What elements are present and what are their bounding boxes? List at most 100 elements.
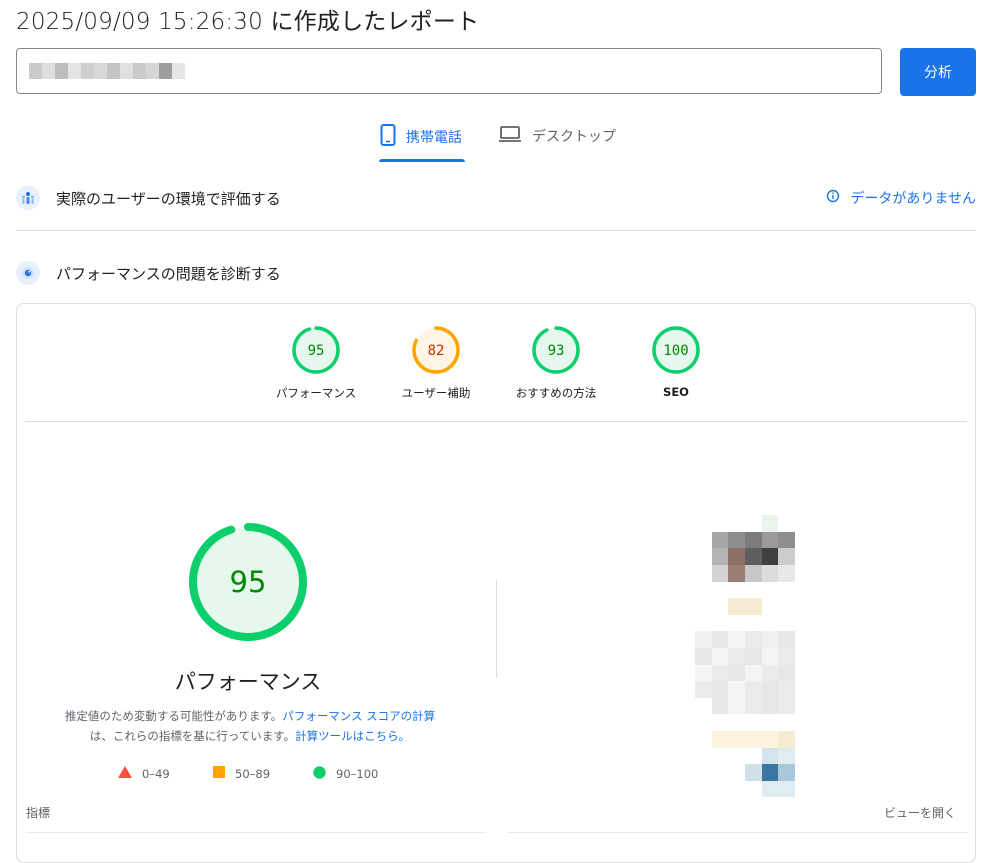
- screenshot-pixel: [811, 664, 828, 682]
- screenshot-pixel: [811, 598, 828, 615]
- screenshot-pixel: [662, 780, 679, 798]
- screenshot-pixel: [794, 681, 812, 698]
- legend-range: 90–100: [336, 767, 379, 781]
- card-divider: [25, 421, 967, 422]
- screenshot-pixel: [678, 681, 696, 698]
- screenshot-pixel: [695, 564, 712, 582]
- lab-data-title: パフォーマンスの問題を診断する: [56, 264, 281, 283]
- screenshot-pixel: [695, 631, 712, 648]
- tab-desktop[interactable]: デスクトップ: [498, 124, 616, 162]
- tab-mobile[interactable]: 携帯電話: [380, 124, 462, 162]
- screenshot-pixel: [711, 631, 729, 648]
- score-label: SEO: [663, 385, 689, 399]
- screenshot-pixel: [728, 664, 745, 682]
- screenshot-pixel: [744, 664, 762, 682]
- screenshot-pixel: [794, 664, 812, 682]
- screenshot-pixel: [662, 664, 679, 682]
- no-data-link[interactable]: データがありません: [826, 188, 976, 208]
- screenshot-pixel: [811, 780, 828, 798]
- screenshot-pixel: [695, 697, 712, 715]
- screenshot-pixel: [728, 564, 745, 582]
- screenshot-pixel: [794, 631, 812, 648]
- screenshot-pixel: [678, 531, 696, 549]
- screenshot-pixel: [778, 664, 795, 682]
- screenshot-pixel: [662, 681, 679, 698]
- screenshot-pixel: [728, 548, 745, 565]
- screenshot-pixel: [744, 714, 762, 731]
- score-gauge-best-practices[interactable]: 93 おすすめの方法: [511, 325, 601, 401]
- screenshot-pixel: [728, 482, 745, 499]
- screenshot-pixel: [761, 764, 779, 781]
- users-icon: [16, 186, 40, 210]
- screenshot-pixel: [678, 697, 696, 715]
- calculator-link[interactable]: 計算ツールはこちら。: [295, 729, 410, 743]
- screenshot-pixel: [778, 581, 795, 599]
- screenshot-pixel: [695, 531, 712, 549]
- screenshot-pixel: [811, 531, 828, 549]
- laptop-icon: [498, 124, 522, 148]
- score-gauge-performance[interactable]: 95 パフォーマンス: [271, 325, 361, 401]
- score-calc-link[interactable]: パフォーマンス スコアの計算: [282, 709, 435, 723]
- screenshot-pixel: [744, 697, 762, 715]
- screenshot-pixel: [695, 515, 712, 532]
- screenshot-pixel: [794, 780, 812, 798]
- screenshot-pixel: [761, 581, 779, 599]
- screenshot-pixel: [761, 614, 779, 632]
- screenshot-pixel: [678, 747, 696, 765]
- diagnose-icon: [16, 261, 40, 285]
- screenshot-pixel: [778, 730, 795, 748]
- screenshot-pixel: [711, 614, 729, 632]
- screenshot-pixel: [728, 598, 745, 615]
- screenshot-pixel: [662, 730, 679, 748]
- screenshot-pixel: [662, 581, 679, 599]
- screenshot-pixel: [695, 764, 712, 781]
- screenshot-pixel: [778, 764, 795, 781]
- screenshot-pixel: [744, 548, 762, 565]
- screenshot-pixel: [728, 614, 745, 632]
- screenshot-pixel: [761, 747, 779, 765]
- screenshot-pixel: [711, 664, 729, 682]
- screenshot-pixel: [728, 681, 745, 698]
- url-input-value-redacted: [29, 63, 185, 79]
- screenshot-pixel: [678, 780, 696, 798]
- screenshot-pixel: [711, 515, 729, 532]
- screenshot-pixel: [695, 664, 712, 682]
- screenshot-pixel: [711, 548, 729, 565]
- score-gauge-seo[interactable]: 100 SEO: [631, 325, 721, 399]
- triangle-icon: [118, 766, 132, 781]
- screenshot-pixel: [778, 482, 795, 499]
- screenshot-pixel: [662, 598, 679, 615]
- screenshot-pixel: [811, 730, 828, 748]
- view-toggle-button[interactable]: ビューを開く: [884, 804, 956, 821]
- screenshot-pixel: [662, 531, 679, 549]
- analyze-button[interactable]: 分析: [900, 48, 976, 96]
- screenshot-pixel: [811, 482, 828, 499]
- screenshot-pixel: [794, 548, 812, 565]
- screenshot-pixel: [728, 780, 745, 798]
- page-screenshot-thumbnail[interactable]: [662, 482, 828, 798]
- lab-data-header: パフォーマンスの問題を診断する: [16, 261, 976, 285]
- screenshot-pixel: [761, 664, 779, 682]
- screenshot-pixel: [744, 515, 762, 532]
- screenshot-pixel: [761, 482, 779, 499]
- screenshot-pixel: [761, 515, 779, 532]
- screenshot-pixel: [728, 647, 745, 665]
- url-input[interactable]: [16, 48, 882, 94]
- screenshot-pixel: [678, 614, 696, 632]
- screenshot-pixel: [662, 631, 679, 648]
- screenshot-pixel: [761, 548, 779, 565]
- screenshot-pixel: [662, 714, 679, 731]
- screenshot-pixel: [761, 714, 779, 731]
- screenshot-pixel: [744, 647, 762, 665]
- screenshot-pixel: [811, 714, 828, 731]
- score-gauge-accessibility[interactable]: 82 ユーザー補助: [391, 325, 481, 401]
- screenshot-pixel: [695, 614, 712, 632]
- screenshot-pixel: [744, 747, 762, 765]
- tab-desktop-label: デスクトップ: [532, 129, 616, 145]
- screenshot-pixel: [761, 631, 779, 648]
- screenshot-pixel: [811, 647, 828, 665]
- screenshot-pixel: [678, 647, 696, 665]
- screenshot-pixel: [711, 697, 729, 715]
- screenshot-pixel: [711, 681, 729, 698]
- screenshot-pixel: [744, 614, 762, 632]
